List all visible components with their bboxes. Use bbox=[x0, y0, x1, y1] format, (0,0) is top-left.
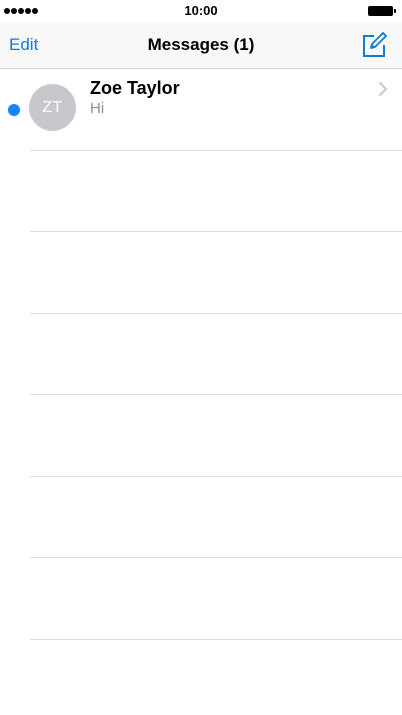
empty-row bbox=[0, 232, 402, 314]
unread-indicator bbox=[8, 104, 20, 116]
empty-row bbox=[0, 151, 402, 232]
messages-screen: 10:00 Edit Messages (1) ZT Zoe Taylor Hi bbox=[0, 0, 402, 715]
compose-icon[interactable] bbox=[360, 31, 388, 59]
page-title: Messages (1) bbox=[147, 35, 255, 54]
status-bar: 10:00 bbox=[0, 0, 402, 22]
contact-name: Zoe Taylor bbox=[90, 78, 180, 98]
avatar: ZT bbox=[29, 84, 76, 131]
message-preview: Hi bbox=[90, 100, 105, 117]
navigation-bar: Edit Messages (1) bbox=[0, 22, 402, 69]
status-time: 10:00 bbox=[184, 3, 218, 18]
empty-row bbox=[0, 395, 402, 477]
conversation-list: ZT Zoe Taylor Hi bbox=[0, 69, 402, 715]
empty-row bbox=[0, 314, 402, 395]
edit-button[interactable]: Edit bbox=[9, 35, 38, 55]
avatar-initials: ZT bbox=[42, 98, 63, 116]
conversation-row[interactable]: ZT Zoe Taylor Hi bbox=[0, 69, 402, 151]
empty-row bbox=[0, 558, 402, 640]
battery-full-icon bbox=[368, 6, 396, 16]
empty-row bbox=[0, 477, 402, 558]
chevron-right-icon bbox=[378, 81, 388, 97]
empty-row bbox=[0, 640, 402, 715]
